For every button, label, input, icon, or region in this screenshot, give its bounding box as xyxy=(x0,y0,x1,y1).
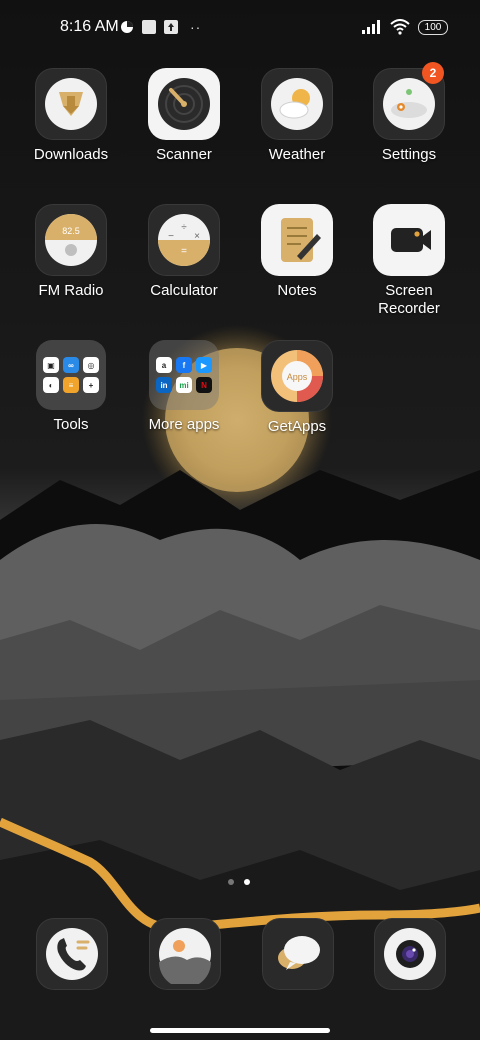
svg-text:=: = xyxy=(181,246,187,257)
video-camera-icon xyxy=(373,204,445,276)
weather-icon xyxy=(261,68,333,140)
app-notes[interactable]: Notes xyxy=(242,204,352,300)
upload-notification-icon xyxy=(164,20,178,34)
system-icons: 100 xyxy=(362,19,448,35)
folder-tools[interactable]: ▣ ∞ ◎ ◐ ≡ + Tools xyxy=(16,340,126,434)
netflix-icon: N xyxy=(196,377,212,393)
app-label: FM Radio xyxy=(38,282,104,299)
gallery-icon xyxy=(149,918,221,990)
dock-phone[interactable] xyxy=(35,918,109,992)
app-label: More apps xyxy=(148,416,220,433)
app-label: Calculator xyxy=(150,282,218,299)
app-scanner[interactable]: Scanner xyxy=(129,68,239,164)
more-notifications-icon: ·· xyxy=(190,19,202,35)
app-label: Settings xyxy=(381,146,437,163)
app-mini-icon: + xyxy=(83,377,99,393)
facebook-icon: f xyxy=(176,357,192,373)
signal-icon xyxy=(362,20,380,34)
downloads-icon xyxy=(35,68,107,140)
app-fm-radio[interactable]: 82.5 FM Radio xyxy=(16,204,126,300)
status-bar: 8:16 AM ·· 100 xyxy=(0,0,480,56)
app-mini-icon: ▣ xyxy=(43,357,59,373)
status-time: 8:16 AM xyxy=(60,18,119,35)
app-mini-icon: ◎ xyxy=(83,357,99,373)
app-getapps[interactable]: Apps GetApps xyxy=(242,340,352,436)
folder-more-apps[interactable]: a f ▶ in mi N More apps xyxy=(129,340,239,434)
notification-badge: 2 xyxy=(422,62,444,84)
battery-icon: 100 xyxy=(418,19,448,35)
svg-text:Apps: Apps xyxy=(287,372,308,382)
getapps-icon: Apps xyxy=(261,340,333,412)
app-calculator[interactable]: ÷ − × = Calculator xyxy=(129,204,239,300)
svg-text:÷: ÷ xyxy=(181,222,187,233)
app-mini-icon: ∞ xyxy=(63,357,79,373)
app-label: Scanner xyxy=(156,146,212,163)
folder-icon: a f ▶ in mi N xyxy=(149,340,219,410)
app-settings[interactable]: 2 Settings xyxy=(354,62,464,164)
mi-icon: mi xyxy=(176,377,192,393)
notes-icon xyxy=(261,204,333,276)
scanner-icon xyxy=(148,68,220,140)
wifi-icon xyxy=(390,19,410,35)
notification-icons: ·· xyxy=(120,19,201,35)
amazon-icon: a xyxy=(156,357,172,373)
phone-icon xyxy=(36,918,108,990)
square-notification-icon xyxy=(142,20,156,34)
dock-gallery[interactable] xyxy=(148,918,222,992)
home-gesture-bar[interactable] xyxy=(150,1028,330,1033)
app-label: Tools xyxy=(53,416,89,433)
app-label: Downloads xyxy=(33,146,109,163)
folder-icon: ▣ ∞ ◎ ◐ ≡ + xyxy=(36,340,106,410)
radio-icon: 82.5 xyxy=(35,204,107,276)
app-downloads[interactable]: Downloads xyxy=(16,68,126,164)
page-dot-active[interactable] xyxy=(244,879,250,885)
dock-camera[interactable] xyxy=(373,918,447,992)
page-dot[interactable] xyxy=(228,879,234,885)
messages-icon xyxy=(262,918,334,990)
app-weather[interactable]: Weather xyxy=(242,68,352,164)
calculator-icon: ÷ − × = xyxy=(148,204,220,276)
svg-text:82.5: 82.5 xyxy=(62,226,80,236)
app-mini-icon: ◐ xyxy=(43,377,59,393)
svg-text:×: × xyxy=(194,231,200,242)
dock-messages[interactable] xyxy=(261,918,335,992)
app-label: Notes xyxy=(277,282,317,299)
page-indicator xyxy=(228,879,250,885)
svg-text:−: − xyxy=(168,231,174,242)
app-label: Screen Recorder xyxy=(378,282,440,317)
app-label: Weather xyxy=(268,146,326,163)
prime-video-icon: ▶ xyxy=(196,357,212,373)
app-mini-icon: ≡ xyxy=(63,377,79,393)
camera-icon xyxy=(374,918,446,990)
linkedin-icon: in xyxy=(156,377,172,393)
pie-notification-icon xyxy=(121,21,133,33)
app-label: GetApps xyxy=(267,418,327,435)
app-screen-recorder[interactable]: Screen Recorder xyxy=(354,204,464,318)
